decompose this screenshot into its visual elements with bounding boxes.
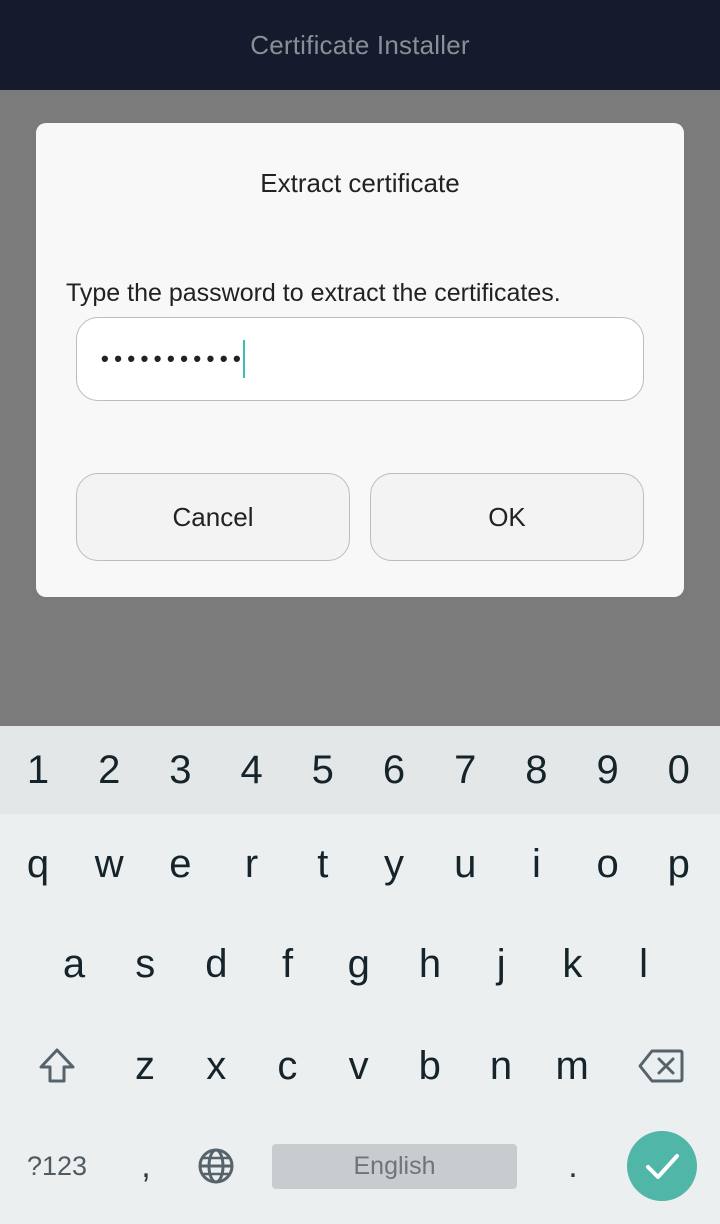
period-key[interactable]: . xyxy=(537,1118,609,1214)
password-input[interactable]: ••••••••••• xyxy=(76,317,644,401)
space-key[interactable]: English xyxy=(272,1144,517,1189)
ok-button[interactable]: OK xyxy=(370,473,644,561)
backspace-key[interactable] xyxy=(625,1018,697,1114)
comma-key[interactable]: , xyxy=(110,1118,182,1214)
shift-icon xyxy=(39,1048,75,1083)
key-o[interactable]: o xyxy=(572,816,644,912)
app-bar: Certificate Installer xyxy=(0,0,720,90)
globe-icon xyxy=(198,1148,234,1184)
enter-key[interactable] xyxy=(627,1131,697,1201)
dialog-title: Extract certificate xyxy=(260,168,460,198)
text-caret xyxy=(243,340,246,378)
key-4[interactable]: 4 xyxy=(216,726,288,814)
password-value: ••••••••••• xyxy=(101,346,247,371)
key-h[interactable]: h xyxy=(394,916,466,1012)
shift-key[interactable] xyxy=(21,1018,93,1114)
key-z[interactable]: z xyxy=(109,1018,181,1114)
soft-keyboard: 1234567890 qwertyuiop asdfghjkl zxcvbnm … xyxy=(0,726,720,1224)
language-key[interactable] xyxy=(180,1118,252,1214)
key-3[interactable]: 3 xyxy=(144,726,216,814)
key-u[interactable]: u xyxy=(429,816,501,912)
extract-certificate-dialog: Extract certificate Type the password to… xyxy=(36,123,684,597)
key-a[interactable]: a xyxy=(38,916,110,1012)
key-w[interactable]: w xyxy=(73,816,145,912)
key-q[interactable]: q xyxy=(2,816,74,912)
key-s[interactable]: s xyxy=(109,916,181,1012)
key-7[interactable]: 7 xyxy=(429,726,501,814)
key-9[interactable]: 9 xyxy=(572,726,644,814)
key-v[interactable]: v xyxy=(323,1018,395,1114)
key-1[interactable]: 1 xyxy=(2,726,74,814)
key-f[interactable]: f xyxy=(252,916,324,1012)
key-k[interactable]: k xyxy=(536,916,608,1012)
backspace-icon xyxy=(638,1049,684,1083)
key-b[interactable]: b xyxy=(394,1018,466,1114)
key-d[interactable]: d xyxy=(180,916,252,1012)
symbols-key[interactable]: ?123 xyxy=(20,1118,94,1214)
key-m[interactable]: m xyxy=(536,1018,608,1114)
key-x[interactable]: x xyxy=(180,1018,252,1114)
dialog-message: Type the password to extract the certifi… xyxy=(66,279,561,307)
key-y[interactable]: y xyxy=(358,816,430,912)
key-r[interactable]: r xyxy=(216,816,288,912)
key-n[interactable]: n xyxy=(465,1018,537,1114)
key-8[interactable]: 8 xyxy=(500,726,572,814)
key-j[interactable]: j xyxy=(465,916,537,1012)
key-e[interactable]: e xyxy=(144,816,216,912)
check-icon xyxy=(646,1154,679,1179)
key-c[interactable]: c xyxy=(251,1018,323,1114)
key-t[interactable]: t xyxy=(287,816,359,912)
key-i[interactable]: i xyxy=(500,816,572,912)
key-0[interactable]: 0 xyxy=(643,726,715,814)
key-2[interactable]: 2 xyxy=(73,726,145,814)
key-5[interactable]: 5 xyxy=(287,726,359,814)
key-p[interactable]: p xyxy=(643,816,715,912)
key-g[interactable]: g xyxy=(323,916,395,1012)
key-6[interactable]: 6 xyxy=(358,726,430,814)
cancel-button[interactable]: Cancel xyxy=(76,473,350,561)
app-title: Certificate Installer xyxy=(250,29,470,60)
key-l[interactable]: l xyxy=(608,916,680,1012)
